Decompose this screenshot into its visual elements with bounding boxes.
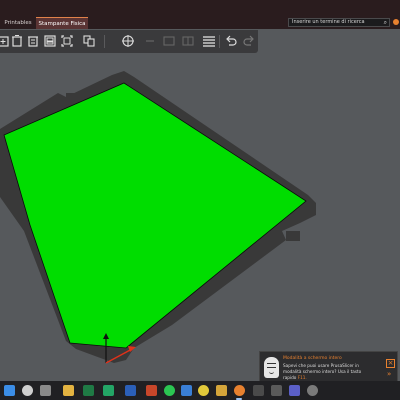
toolbar xyxy=(0,30,258,53)
app-icon-2[interactable] xyxy=(271,385,282,396)
delete-all-icon[interactable] xyxy=(26,34,40,48)
next-hint-icon[interactable]: » xyxy=(387,371,391,378)
title-bar: Printables Stampante Fisica Inserire un … xyxy=(0,0,400,29)
notification-body: Sapevi che puoi usare PrusaSlicer in mod… xyxy=(283,363,375,381)
hint-bulb-icon xyxy=(264,357,279,378)
redo-icon[interactable] xyxy=(242,34,256,48)
taskbar xyxy=(0,381,400,400)
close-icon[interactable]: × xyxy=(386,359,395,368)
remove-instance-icon[interactable] xyxy=(143,34,157,48)
sheets-icon[interactable] xyxy=(103,385,114,396)
undo-icon[interactable] xyxy=(224,34,238,48)
bed-tab xyxy=(66,93,76,99)
powerpoint-icon[interactable] xyxy=(146,385,157,396)
app-icon[interactable] xyxy=(253,385,264,396)
settings-icon[interactable] xyxy=(307,385,318,396)
3d-viewport[interactable] xyxy=(0,53,400,381)
notification-hotkey: F11. xyxy=(297,375,307,380)
teams-icon[interactable] xyxy=(289,385,300,396)
toolbar-separator xyxy=(104,35,105,48)
onedrive-icon[interactable] xyxy=(181,385,192,396)
search-icon[interactable]: ⌕ xyxy=(384,19,387,26)
word-icon[interactable] xyxy=(125,385,136,396)
paste-icon[interactable] xyxy=(82,34,96,48)
delete-icon[interactable] xyxy=(10,34,24,48)
notification-body-text: Sapevi che puoi usare PrusaSlicer in mod… xyxy=(283,363,362,380)
print-bed-surface[interactable] xyxy=(3,82,307,349)
chrome-icon[interactable] xyxy=(198,385,209,396)
search-icon[interactable] xyxy=(22,385,33,396)
add-instance-icon[interactable] xyxy=(121,34,135,48)
search-placeholder: Inserire un termine di ricerca xyxy=(292,19,365,25)
start-icon[interactable] xyxy=(4,385,15,396)
hint-notification: Modalità a schermo intero Sapevi che puo… xyxy=(259,351,398,383)
add-object-icon[interactable] xyxy=(0,34,10,48)
split-parts-icon[interactable] xyxy=(181,34,195,48)
copy-icon[interactable] xyxy=(60,34,74,48)
whatsapp-icon[interactable] xyxy=(164,385,175,396)
prusaslicer-icon[interactable] xyxy=(234,385,245,396)
search-input[interactable]: Inserire un termine di ricerca ⌕ xyxy=(288,18,390,27)
excel-icon[interactable] xyxy=(83,385,94,396)
arrange-icon[interactable] xyxy=(43,34,57,48)
file-explorer-icon[interactable] xyxy=(63,385,74,396)
toolbar-separator xyxy=(219,35,220,48)
tab-stampante-fisica[interactable]: Stampante Fisica xyxy=(36,17,88,29)
tab-printables[interactable]: Printables xyxy=(0,17,36,29)
variable-layer-height-icon[interactable] xyxy=(202,34,216,48)
notification-dot-icon[interactable] xyxy=(393,19,399,25)
notification-title: Modalità a schermo intero xyxy=(283,356,342,361)
folder-icon[interactable] xyxy=(216,385,227,396)
bed-tab xyxy=(286,231,300,241)
task-view-icon[interactable] xyxy=(40,385,51,396)
split-objects-icon[interactable] xyxy=(162,34,176,48)
